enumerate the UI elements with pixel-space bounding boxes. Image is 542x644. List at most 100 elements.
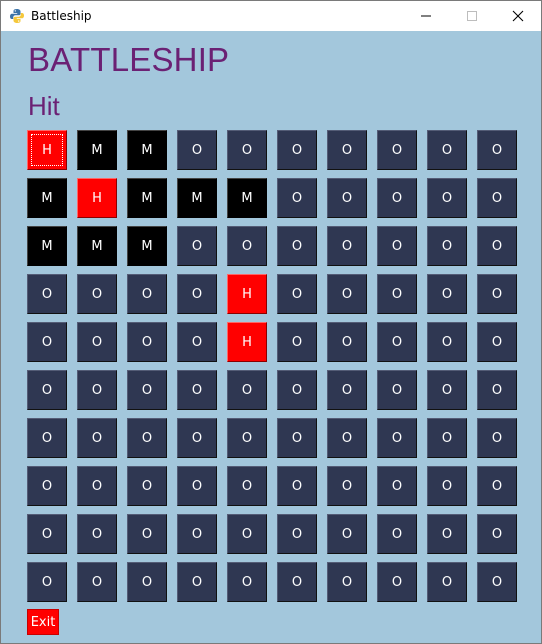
board-cell-r2-c6[interactable]: O [277,178,317,218]
board-cell-r7-c7[interactable]: O [327,418,367,458]
board-cell-r8-c2[interactable]: O [77,466,117,506]
board-cell-r1-c5[interactable]: O [227,130,267,170]
board-cell-r2-c8[interactable]: O [377,178,417,218]
board-cell-r2-c10[interactable]: O [477,178,517,218]
close-button[interactable] [495,1,541,31]
board-cell-r5-c6[interactable]: O [277,322,317,362]
board-cell-r9-c3[interactable]: O [127,514,167,554]
board-cell-r4-c3[interactable]: O [127,274,167,314]
board-cell-r7-c2[interactable]: O [77,418,117,458]
board-cell-r10-c10[interactable]: O [477,562,517,602]
board-cell-r7-c5[interactable]: O [227,418,267,458]
board-cell-r3-c9[interactable]: O [427,226,467,266]
board-cell-r2-c3[interactable]: M [127,178,167,218]
board-cell-r9-c5[interactable]: O [227,514,267,554]
board-cell-r9-c6[interactable]: O [277,514,317,554]
board-cell-r2-c5[interactable]: M [227,178,267,218]
board-cell-r5-c1[interactable]: O [27,322,67,362]
board-cell-r10-c3[interactable]: O [127,562,167,602]
board-cell-r3-c1[interactable]: M [27,226,67,266]
board-cell-r5-c5[interactable]: H [227,322,267,362]
board-cell-r4-c5[interactable]: H [227,274,267,314]
board-cell-r8-c6[interactable]: O [277,466,317,506]
board-cell-r8-c7[interactable]: O [327,466,367,506]
board-cell-r10-c8[interactable]: O [377,562,417,602]
board-cell-r7-c6[interactable]: O [277,418,317,458]
board-cell-r10-c6[interactable]: O [277,562,317,602]
board-cell-r8-c9[interactable]: O [427,466,467,506]
board-cell-r4-c4[interactable]: O [177,274,217,314]
board-cell-r1-c3[interactable]: M [127,130,167,170]
board-cell-r1-c10[interactable]: O [477,130,517,170]
board-cell-r2-c2[interactable]: H [77,178,117,218]
board-cell-r6-c2[interactable]: O [77,370,117,410]
board-cell-r1-c7[interactable]: O [327,130,367,170]
board-cell-r9-c9[interactable]: O [427,514,467,554]
board-cell-r6-c9[interactable]: O [427,370,467,410]
board-cell-r10-c2[interactable]: O [77,562,117,602]
board-cell-r5-c9[interactable]: O [427,322,467,362]
board-cell-r9-c1[interactable]: O [27,514,67,554]
board-cell-r6-c5[interactable]: O [227,370,267,410]
board-cell-r2-c7[interactable]: O [327,178,367,218]
board-cell-r5-c4[interactable]: O [177,322,217,362]
board-cell-r7-c8[interactable]: O [377,418,417,458]
minimize-button[interactable] [403,1,449,31]
board-cell-r4-c7[interactable]: O [327,274,367,314]
board-cell-r8-c8[interactable]: O [377,466,417,506]
board-cell-r6-c4[interactable]: O [177,370,217,410]
title-bar[interactable]: Battleship [1,1,541,31]
board-cell-r6-c6[interactable]: O [277,370,317,410]
board-cell-r1-c1[interactable]: H [27,130,67,170]
board-cell-r1-c8[interactable]: O [377,130,417,170]
board-cell-r3-c5[interactable]: O [227,226,267,266]
board-cell-r5-c3[interactable]: O [127,322,167,362]
board-cell-r3-c8[interactable]: O [377,226,417,266]
board-cell-r1-c4[interactable]: O [177,130,217,170]
board-cell-r7-c4[interactable]: O [177,418,217,458]
board-cell-r3-c7[interactable]: O [327,226,367,266]
board-cell-r3-c10[interactable]: O [477,226,517,266]
board-cell-r5-c8[interactable]: O [377,322,417,362]
board-cell-r7-c1[interactable]: O [27,418,67,458]
board-cell-r10-c4[interactable]: O [177,562,217,602]
board-cell-r2-c4[interactable]: M [177,178,217,218]
board-cell-r8-c5[interactable]: O [227,466,267,506]
board-cell-r7-c9[interactable]: O [427,418,467,458]
board-cell-r6-c1[interactable]: O [27,370,67,410]
board-cell-r9-c4[interactable]: O [177,514,217,554]
board-cell-r10-c5[interactable]: O [227,562,267,602]
board-cell-r3-c2[interactable]: M [77,226,117,266]
board-cell-r9-c10[interactable]: O [477,514,517,554]
board-cell-r6-c10[interactable]: O [477,370,517,410]
board-cell-r10-c7[interactable]: O [327,562,367,602]
board-cell-r4-c2[interactable]: O [77,274,117,314]
board-cell-r4-c10[interactable]: O [477,274,517,314]
board-cell-r4-c6[interactable]: O [277,274,317,314]
board-cell-r10-c9[interactable]: O [427,562,467,602]
board-cell-r6-c7[interactable]: O [327,370,367,410]
board-cell-r5-c10[interactable]: O [477,322,517,362]
board-cell-r7-c10[interactable]: O [477,418,517,458]
board-cell-r6-c8[interactable]: O [377,370,417,410]
board-cell-r8-c4[interactable]: O [177,466,217,506]
board-cell-r9-c8[interactable]: O [377,514,417,554]
board-cell-r4-c1[interactable]: O [27,274,67,314]
board-cell-r5-c7[interactable]: O [327,322,367,362]
board-cell-r9-c7[interactable]: O [327,514,367,554]
board-cell-r6-c3[interactable]: O [127,370,167,410]
board-cell-r3-c6[interactable]: O [277,226,317,266]
board-cell-r8-c3[interactable]: O [127,466,167,506]
board-cell-r8-c10[interactable]: O [477,466,517,506]
exit-button[interactable]: Exit [27,609,59,635]
board-cell-r2-c1[interactable]: M [27,178,67,218]
board-cell-r2-c9[interactable]: O [427,178,467,218]
board-cell-r7-c3[interactable]: O [127,418,167,458]
board-cell-r3-c3[interactable]: M [127,226,167,266]
board-cell-r10-c1[interactable]: O [27,562,67,602]
board-cell-r8-c1[interactable]: O [27,466,67,506]
board-cell-r1-c2[interactable]: M [77,130,117,170]
board-cell-r4-c9[interactable]: O [427,274,467,314]
board-cell-r3-c4[interactable]: O [177,226,217,266]
board-cell-r5-c2[interactable]: O [77,322,117,362]
